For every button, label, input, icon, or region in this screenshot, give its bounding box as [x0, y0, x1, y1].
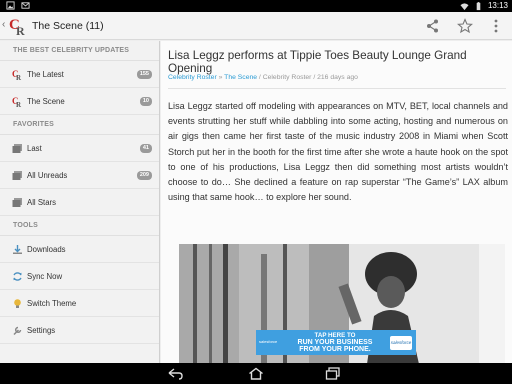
article-meta: Celebrity Roster » The Scene / Celebrity… [168, 74, 358, 81]
sidebar-item-label: All Unreads [27, 171, 68, 180]
section-header-tools: TOOLS [0, 216, 159, 236]
image-notification-icon [6, 1, 15, 10]
app-logo[interactable]: C R [8, 15, 28, 37]
sidebar: THE BEST CELEBRITY UPDATES C R The Lates… [0, 41, 160, 363]
recent-apps-icon[interactable] [325, 367, 341, 380]
unread-count-badge: 209 [136, 171, 152, 180]
lightbulb-icon [14, 299, 21, 308]
sidebar-item-label: The Scene [27, 97, 65, 106]
overflow-menu-icon[interactable] [488, 18, 504, 34]
ad-logo: salesforce [390, 336, 412, 350]
sidebar-item-the-scene[interactable]: C R The Scene 10 [0, 88, 159, 115]
sidebar-item-label: Settings [27, 326, 56, 335]
battery-icon [476, 1, 481, 10]
action-bar: ‹ C R The Scene (11) [0, 12, 512, 40]
unread-count-badge: 10 [139, 97, 152, 106]
sidebar-item-last[interactable]: Last 41 [0, 135, 159, 162]
sidebar-item-label: All Stars [27, 198, 57, 207]
ad-line-3: FROM YOUR PHONE. [299, 346, 371, 353]
home-icon[interactable] [248, 367, 264, 380]
source-link[interactable]: Celebrity Roster [168, 74, 217, 81]
status-bar: 13:13 [0, 0, 512, 12]
stack-icon [12, 144, 22, 153]
sidebar-item-all-stars[interactable]: All Stars [0, 189, 159, 216]
svg-text:R: R [16, 74, 22, 80]
sidebar-item-label: The Latest [27, 70, 64, 79]
section-header-favorites: FAVORITES [0, 115, 159, 135]
category-link[interactable]: The Scene [224, 74, 257, 81]
app-logo-icon: C R [12, 96, 22, 107]
download-icon [13, 245, 22, 254]
meta-author: / Celebrity Roster / [257, 74, 318, 81]
unread-count-badge: 41 [139, 144, 152, 153]
section-header-updates: THE BEST CELEBRITY UPDATES [0, 41, 159, 61]
article-body: Lisa Leggz started off modeling with app… [168, 101, 508, 203]
stack-icon [12, 171, 22, 180]
ad-banner[interactable]: salesforce TAP HERE TO RUN YOUR BUSINESS… [256, 330, 416, 355]
page-title: The Scene (11) [32, 20, 104, 32]
system-navigation-bar [0, 363, 512, 384]
article-pane[interactable]: Lisa Leggz performs at Tippie Toes Beaut… [161, 41, 512, 363]
wrench-icon [13, 326, 22, 336]
article-title: Lisa Leggz performs at Tippie Toes Beaut… [168, 49, 467, 75]
divider [168, 88, 506, 89]
ad-line-2: RUN YOUR BUSINESS [297, 339, 373, 346]
app-logo-icon: C R [12, 69, 22, 80]
sidebar-item-switch-theme[interactable]: Switch Theme [0, 290, 159, 317]
sidebar-item-settings[interactable]: Settings [0, 317, 159, 344]
sidebar-item-downloads[interactable]: Downloads [0, 236, 159, 263]
unread-count-badge: 155 [136, 70, 152, 79]
ad-line-1: TAP HERE TO [314, 332, 356, 339]
svg-text:R: R [16, 24, 25, 37]
sync-icon [13, 272, 22, 281]
sidebar-item-label: Downloads [27, 245, 66, 254]
stack-icon [12, 198, 22, 207]
clock: 13:13 [487, 1, 508, 10]
sidebar-item-all-unreads[interactable]: All Unreads 209 [0, 162, 159, 189]
sidebar-item-label: Last [27, 144, 42, 153]
star-icon[interactable] [457, 18, 473, 34]
ad-headline: TAP HERE TO RUN YOUR BUSINESS FROM YOUR … [282, 332, 388, 353]
sidebar-item-label: Sync Now [27, 272, 63, 281]
back-icon[interactable] [167, 367, 183, 380]
wifi-icon [460, 2, 469, 10]
sidebar-item-label: Switch Theme [27, 299, 77, 308]
mail-notification-icon [21, 2, 30, 9]
up-navigation-icon[interactable]: ‹ [2, 19, 5, 30]
sidebar-item-the-latest[interactable]: C R The Latest 155 [0, 61, 159, 88]
article-age: 216 days ago [317, 74, 358, 81]
share-icon[interactable] [425, 18, 441, 34]
ad-brand: salesforce [259, 339, 278, 344]
svg-text:R: R [16, 101, 22, 107]
sidebar-item-sync-now[interactable]: Sync Now [0, 263, 159, 290]
